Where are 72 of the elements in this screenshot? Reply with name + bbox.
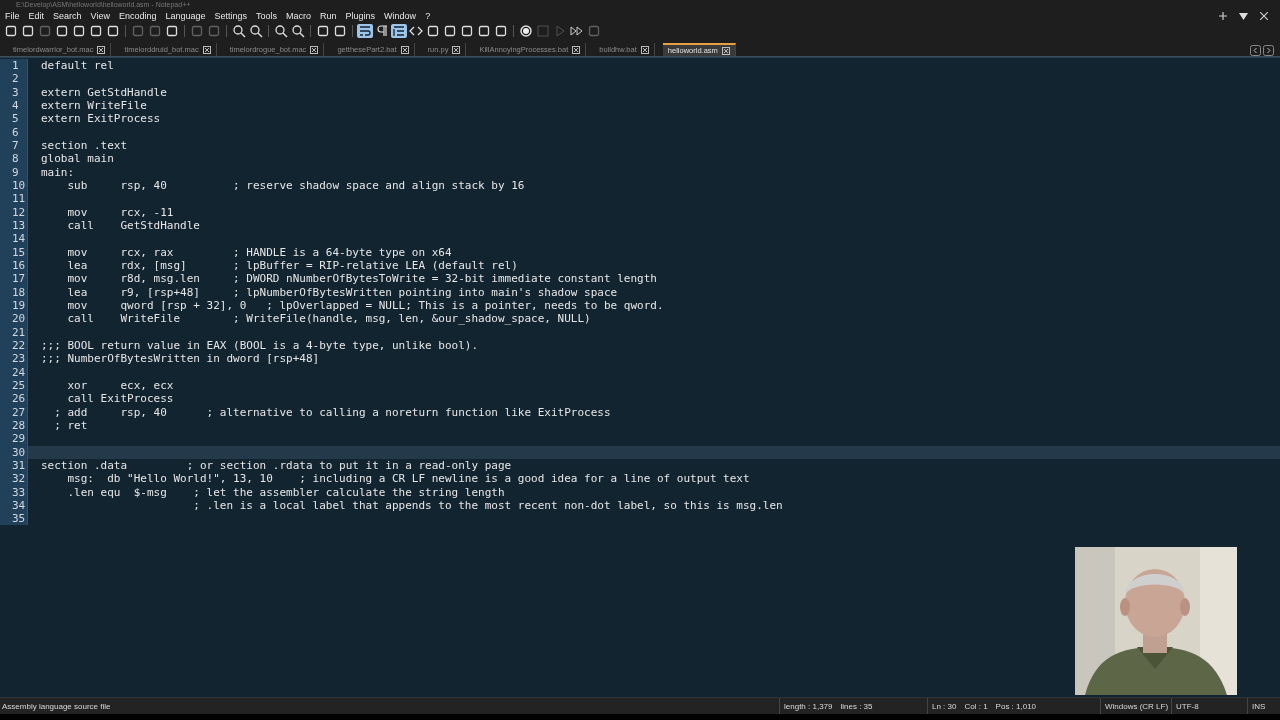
code-line: mov rcx, -11 bbox=[66, 205, 175, 219]
code-line: mov r8d, msg.len ; DWORD nNumberOfBytesToWrite = 32-bit immediate constant length bbox=[66, 272, 658, 286]
code-line: ; ret bbox=[53, 418, 89, 433]
file-type-label: Assembly language source file bbox=[1, 701, 111, 711]
code-line: call GetStdHandle bbox=[66, 218, 201, 233]
code-line: ;;; NumberOfBytesWritten in dword [rsp+48] bbox=[40, 352, 321, 366]
code-line: call ExitProcess bbox=[66, 392, 175, 406]
line-number: 35 bbox=[0, 512, 28, 526]
line-number: 23 bbox=[0, 352, 28, 366]
line-number: 5 bbox=[0, 112, 28, 126]
menu-item[interactable]: Plugins bbox=[345, 11, 382, 21]
line-number: 2 bbox=[0, 72, 28, 86]
menu-item[interactable]: File bbox=[5, 11, 26, 21]
code-line: default rel bbox=[40, 59, 115, 73]
menu-item[interactable]: Language bbox=[165, 11, 212, 21]
line-number: 32 bbox=[0, 472, 28, 486]
code-line: global main bbox=[40, 152, 115, 166]
code-line: .len equ $-msg ; let the assembler calculate the string length bbox=[66, 485, 506, 499]
word-wrap-icon[interactable] bbox=[357, 24, 373, 38]
code-line: extern WriteFile bbox=[40, 99, 148, 113]
menu-item[interactable]: Settings bbox=[214, 11, 254, 21]
record-icon[interactable] bbox=[518, 24, 534, 38]
line-number: 17 bbox=[0, 272, 28, 286]
code-line: lea rdx, [msg] ; lpBuffer = RIP-relative LEA (default rel) bbox=[66, 258, 519, 273]
code-line: ; .len is a local label that appends to the most recent non-dot label, so this is msg.len bbox=[192, 498, 784, 513]
search-icon[interactable] bbox=[231, 24, 247, 38]
menu-item[interactable]: Encoding bbox=[118, 11, 163, 21]
code-line: xor ecx, ecx bbox=[66, 378, 175, 393]
fast-forward-icon[interactable] bbox=[569, 24, 585, 38]
line-number: 1 bbox=[0, 59, 28, 73]
line-number: 20 bbox=[0, 312, 28, 326]
menu-item[interactable]: Macro bbox=[286, 11, 318, 21]
code-line: section .text bbox=[40, 138, 129, 153]
line-number: 11 bbox=[0, 192, 28, 206]
code-line: main: bbox=[40, 165, 76, 179]
tab-right-icon[interactable] bbox=[1263, 45, 1274, 56]
position-label: Pos : 1,010 bbox=[995, 701, 1037, 711]
dropdown-icon[interactable] bbox=[1239, 12, 1248, 20]
menu-item[interactable]: Run bbox=[320, 11, 343, 21]
menu-item[interactable]: Search bbox=[53, 11, 88, 21]
menu-item[interactable]: View bbox=[90, 11, 116, 21]
line-number: 14 bbox=[0, 232, 28, 246]
mode-label: INS bbox=[1252, 701, 1266, 711]
code-line: section .data ; or section .rdata to put it in a read-only page bbox=[40, 458, 513, 473]
plus-icon[interactable] bbox=[1219, 12, 1227, 20]
line-label: Ln : 30 bbox=[932, 701, 957, 711]
pilcrow-icon[interactable] bbox=[374, 24, 390, 38]
code-line: extern GetStdHandle bbox=[40, 85, 168, 99]
code-line: ; add rsp, 40 ; alternative to calling a noreturn function like ExitProcess bbox=[53, 405, 612, 419]
column-label: Col : 1 bbox=[964, 701, 988, 711]
eol-label: Windows (CR LF) bbox=[1105, 701, 1169, 711]
code-icon[interactable] bbox=[408, 24, 424, 38]
indent-guide-icon[interactable] bbox=[391, 24, 407, 38]
code-line: ;;; BOOL return value in EAX (BOOL is a 4-byte type, unlike bool). bbox=[40, 338, 480, 353]
lines-label: lines : 35 bbox=[840, 701, 873, 711]
code-line: lea r9, [rsp+48] ; lpNumberOfBytesWritten pointing into main's shadow space bbox=[66, 285, 619, 299]
code-line: mov rcx, rax ; HANDLE is a 64-byte type on x64 bbox=[66, 245, 453, 259]
encoding-label: UTF-8 bbox=[1176, 701, 1199, 711]
length-label: length : 1,379 bbox=[784, 701, 833, 711]
menu-item[interactable]: Window bbox=[384, 11, 423, 21]
tab-left-icon[interactable] bbox=[1250, 45, 1261, 56]
code-line: sub rsp, 40 ; reserve shadow space and align stack by 16 bbox=[66, 178, 526, 193]
line-number: 8 bbox=[0, 152, 28, 166]
code-line: extern ExitProcess bbox=[40, 112, 162, 126]
menu-item[interactable]: ? bbox=[425, 11, 437, 21]
line-number: 26 bbox=[0, 392, 28, 406]
menu-item[interactable]: Tools bbox=[256, 11, 284, 21]
code-line: mov qword [rsp + 32], 0 ; lpOverlapped = NULL; This is a pointer, needs to be qword. bbox=[66, 298, 665, 313]
code-line: msg: db "Hello World!", 13, 10 ; including a CR LF newline is a good idea for a line of output text bbox=[66, 472, 751, 486]
line-number: 29 bbox=[0, 432, 28, 446]
menu-item[interactable]: Edit bbox=[28, 11, 51, 21]
code-line: call WriteFile ; WriteFile(handle, msg, len, &our_shadow_space, NULL) bbox=[66, 312, 592, 326]
